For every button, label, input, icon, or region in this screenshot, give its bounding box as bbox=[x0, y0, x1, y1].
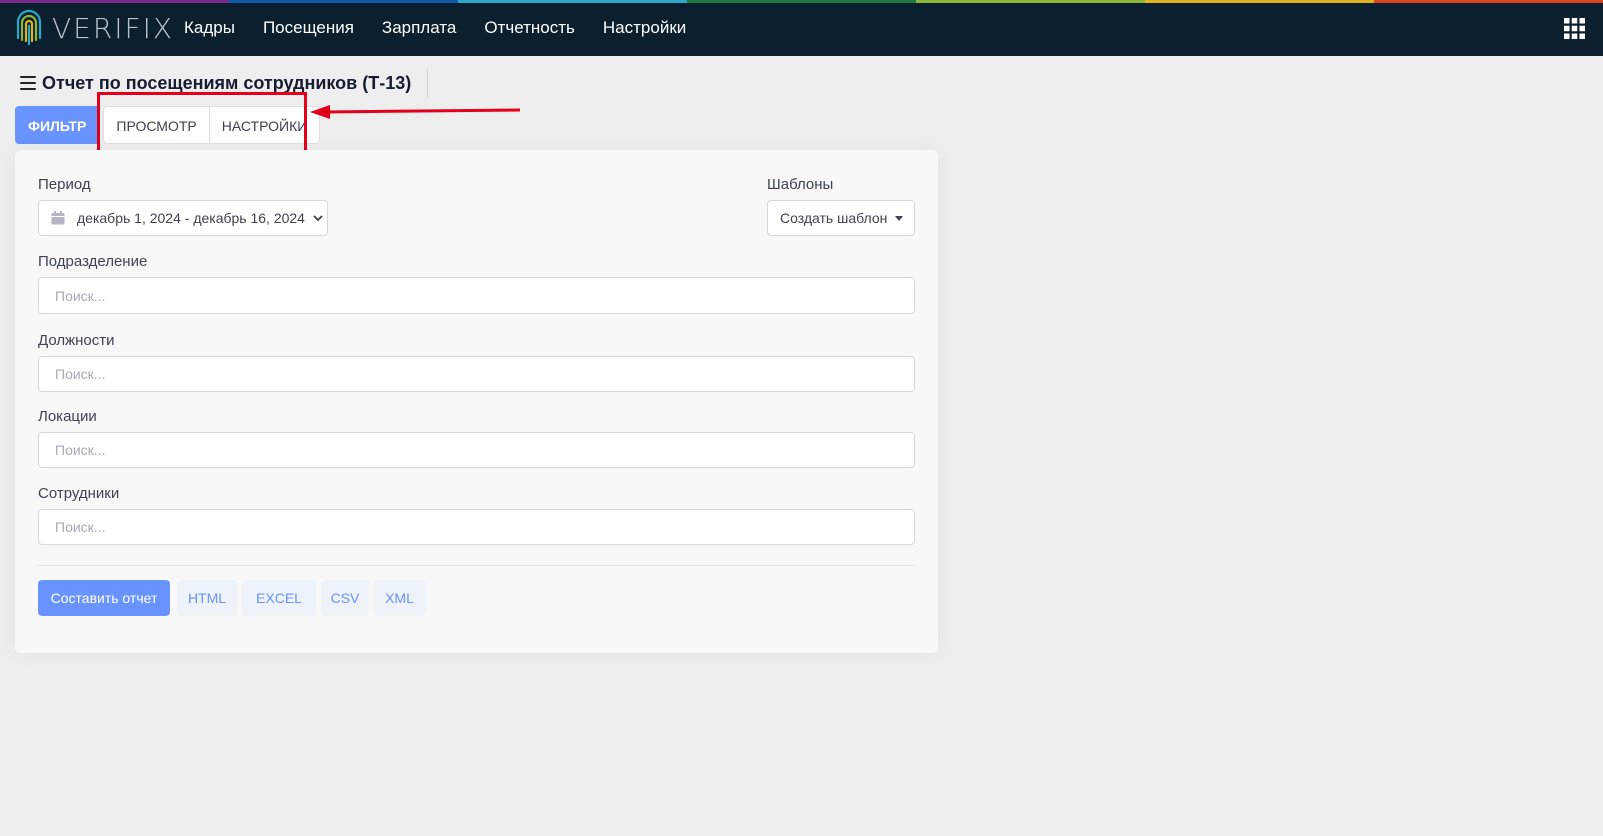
nav-item-settings[interactable]: Настройки bbox=[589, 0, 700, 56]
report-tabs: ФИЛЬТР ПРОСМОТР НАСТРОЙКИ bbox=[15, 106, 321, 144]
period-label: Период bbox=[38, 176, 91, 193]
tab-preview[interactable]: ПРОСМОТР bbox=[103, 106, 210, 144]
tab-settings[interactable]: НАСТРОЙКИ bbox=[209, 106, 321, 144]
hamburger-menu-icon[interactable] bbox=[20, 76, 36, 90]
page-header: Отчет по посещениям сотрудников (Т-13) bbox=[20, 68, 429, 98]
tab-filter[interactable]: ФИЛЬТР bbox=[15, 106, 100, 144]
annotation-arrow-icon bbox=[310, 105, 521, 119]
brand-name: VERIFIX bbox=[52, 11, 175, 45]
positions-label: Должности bbox=[38, 332, 115, 349]
locations-label: Локации bbox=[38, 408, 97, 425]
create-template-dropdown[interactable]: Создать шаблон bbox=[767, 200, 915, 236]
top-navbar: VERIFIX Кадры Посещения Зарплата Отчетно… bbox=[0, 0, 1603, 56]
nav-item-personnel[interactable]: Кадры bbox=[170, 0, 249, 56]
build-report-button[interactable]: Составить отчет bbox=[38, 580, 170, 616]
main-nav: Кадры Посещения Зарплата Отчетность Наст… bbox=[170, 0, 700, 56]
grid-apps-icon[interactable] bbox=[1564, 18, 1585, 39]
export-xml-button[interactable]: XML bbox=[374, 580, 425, 616]
nav-item-attendance[interactable]: Посещения bbox=[249, 0, 368, 56]
export-excel-button[interactable]: EXCEL bbox=[242, 580, 316, 616]
brand-logo[interactable]: VERIFIX bbox=[14, 8, 174, 48]
export-html-button[interactable]: HTML bbox=[177, 580, 237, 616]
division-search-input[interactable] bbox=[38, 277, 915, 314]
positions-search-input[interactable] bbox=[38, 356, 915, 392]
chevron-down-icon bbox=[313, 215, 323, 222]
page-title: Отчет по посещениям сотрудников (Т-13) bbox=[42, 72, 412, 93]
caret-down-icon bbox=[895, 215, 904, 221]
locations-search-input[interactable] bbox=[38, 432, 915, 468]
period-range-picker[interactable]: декабрь 1, 2024 - декабрь 16, 2024 bbox=[38, 200, 328, 236]
calendar-icon bbox=[51, 211, 65, 225]
export-csv-button[interactable]: CSV bbox=[321, 580, 369, 616]
filter-card: Период декабрь 1, 2024 - декабрь 16, 202… bbox=[15, 150, 938, 653]
period-value: декабрь 1, 2024 - декабрь 16, 2024 bbox=[77, 210, 305, 226]
division-label: Подразделение bbox=[38, 253, 148, 270]
employees-label: Сотрудники bbox=[38, 485, 120, 502]
templates-label: Шаблоны bbox=[767, 176, 834, 193]
fingerprint-logo-icon bbox=[16, 9, 42, 46]
nav-item-reports[interactable]: Отчетность bbox=[470, 0, 589, 56]
form-divider bbox=[38, 565, 915, 566]
nav-item-salary[interactable]: Зарплата bbox=[368, 0, 470, 56]
create-template-label: Создать шаблон bbox=[780, 210, 888, 226]
employees-search-input[interactable] bbox=[38, 509, 915, 545]
